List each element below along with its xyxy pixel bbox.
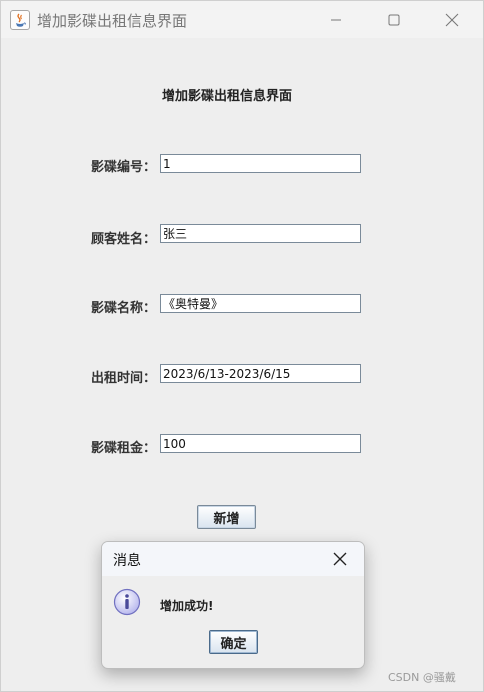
message-dialog: 消息 增加成功! 确定	[101, 541, 365, 669]
info-icon	[113, 588, 141, 616]
disc-name-label: 影碟名称：	[91, 301, 157, 316]
close-button[interactable]	[423, 1, 481, 38]
disc-id-input[interactable]	[160, 154, 361, 173]
title-bar[interactable]: 增加影碟出租信息界面	[1, 1, 483, 38]
add-button[interactable]: 新增	[197, 505, 256, 529]
minimize-icon	[331, 19, 341, 20]
customer-name-input[interactable]	[160, 224, 361, 243]
disc-name-input[interactable]	[160, 294, 361, 313]
watermark: CSDN @骚戴	[388, 671, 456, 684]
close-icon	[333, 552, 347, 566]
rental-time-input[interactable]	[160, 364, 361, 383]
rental-fee-label: 影碟租金：	[91, 441, 157, 456]
window-title: 增加影碟出租信息界面	[37, 12, 188, 30]
dialog-close-button[interactable]	[328, 548, 352, 570]
maximize-icon	[388, 14, 400, 25]
dialog-title: 消息	[113, 553, 141, 569]
rental-time-label: 出租时间：	[91, 371, 157, 386]
minimize-button[interactable]	[307, 1, 365, 38]
dialog-title-bar[interactable]: 消息	[102, 542, 364, 576]
close-icon	[445, 13, 459, 26]
rental-fee-input[interactable]	[160, 434, 361, 453]
disc-id-label: 影碟编号：	[91, 160, 157, 175]
maximize-button[interactable]	[365, 1, 423, 38]
customer-name-label: 顾客姓名：	[91, 232, 157, 247]
ok-button[interactable]: 确定	[209, 630, 258, 654]
java-app-icon	[10, 10, 30, 30]
form-heading: 增加影碟出租信息界面	[161, 89, 292, 104]
dialog-message: 增加成功!	[160, 599, 214, 613]
